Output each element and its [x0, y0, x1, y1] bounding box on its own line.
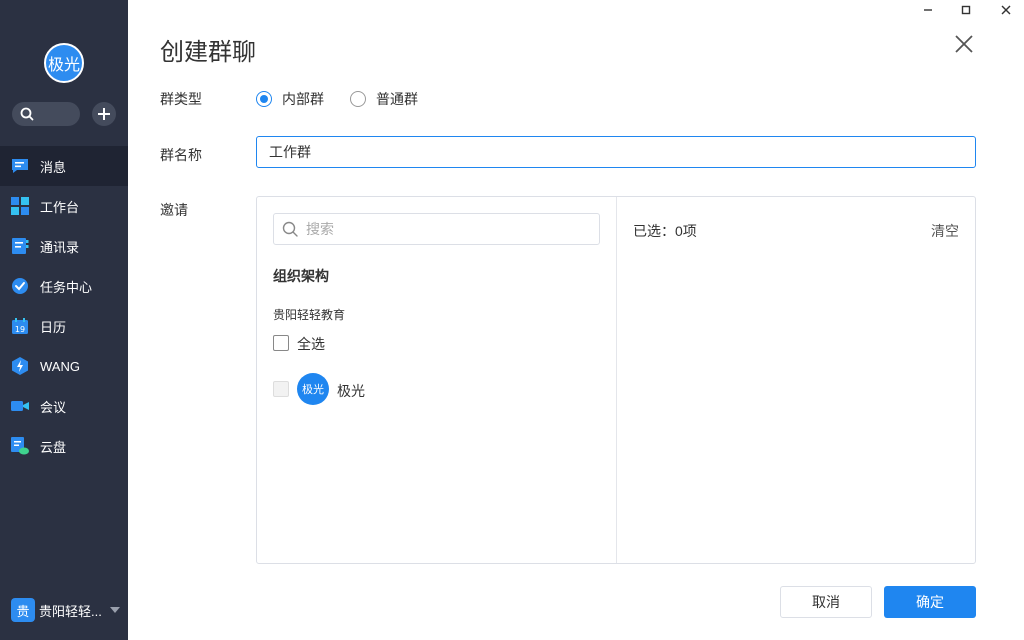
cloud-drive-icon: [11, 437, 29, 455]
member-name[interactable]: 极光: [337, 381, 365, 401]
member-search-field[interactable]: [273, 213, 600, 245]
confirm-button[interactable]: 确定: [884, 586, 976, 618]
sidebar-item-label: 任务中心: [40, 279, 93, 295]
meeting-icon: [11, 397, 29, 415]
dialog-close-button[interactable]: [952, 32, 976, 56]
sidebar: 极光 消息 工作台 通讯录 任务中心 19 日历 WANG 会议 云盘 贵 贵阳…: [0, 0, 128, 640]
group-name-label: 群名称: [160, 147, 202, 163]
sidebar-item-wang[interactable]: WANG: [0, 346, 128, 386]
workbench-icon: [11, 197, 29, 215]
search-icon: [20, 107, 34, 121]
select-all-checkbox[interactable]: [273, 335, 289, 351]
close-icon: [1001, 5, 1011, 15]
user-avatar[interactable]: 极光: [44, 43, 84, 83]
window-close-button[interactable]: [990, 0, 1022, 20]
invite-divider: [616, 197, 617, 563]
maximize-button[interactable]: [950, 0, 982, 20]
sidebar-search-button[interactable]: [12, 102, 80, 126]
select-all-label[interactable]: 全选: [297, 334, 325, 354]
member-checkbox[interactable]: [273, 381, 289, 397]
sidebar-item-meeting[interactable]: 会议: [0, 386, 128, 426]
caret-down-icon: [109, 607, 120, 613]
sidebar-item-label: 工作台: [40, 199, 80, 215]
search-icon: [282, 221, 298, 237]
group-name-input[interactable]: [256, 136, 976, 168]
group-type-label: 群类型: [160, 91, 202, 107]
sidebar-item-label: WANG: [40, 358, 80, 374]
message-icon: [11, 157, 29, 175]
sidebar-item-calendar[interactable]: 19 日历: [0, 306, 128, 346]
radio-checked-icon: [256, 91, 272, 107]
dialog-title: 创建群聊: [160, 39, 256, 66]
org-section-title: 组织架构: [273, 268, 329, 284]
org-badge: 贵: [11, 598, 35, 622]
maximize-icon: [961, 5, 971, 15]
sidebar-item-workbench[interactable]: 工作台: [0, 186, 128, 226]
sidebar-item-messages[interactable]: 消息: [0, 146, 128, 186]
plus-icon: [98, 108, 110, 120]
sidebar-item-label: 会议: [40, 399, 67, 415]
sidebar-nav: 消息 工作台 通讯录 任务中心 19 日历 WANG 会议 云盘: [0, 146, 128, 466]
selected-count: 已选：0项: [633, 223, 697, 239]
sidebar-item-label: 消息: [40, 159, 67, 175]
clear-selection-link[interactable]: 清空: [931, 221, 959, 241]
sidebar-item-label: 通讯录: [40, 239, 80, 255]
add-button[interactable]: [92, 102, 116, 126]
radio-label: 内部群: [282, 91, 324, 107]
wang-icon: [11, 357, 29, 375]
task-icon: [11, 277, 29, 295]
contacts-icon: [11, 237, 29, 255]
org-name[interactable]: 贵阳轻轻教育: [273, 306, 345, 323]
sidebar-item-label: 云盘: [40, 439, 67, 455]
radio-label: 普通群: [376, 91, 418, 107]
minimize-button[interactable]: [912, 0, 944, 20]
org-switcher[interactable]: 贵 贵阳轻轻...: [11, 598, 121, 622]
minimize-icon: [924, 9, 932, 11]
sidebar-item-cloud-drive[interactable]: 云盘: [0, 426, 128, 466]
sidebar-item-tasks[interactable]: 任务中心: [0, 266, 128, 306]
calendar-icon: 19: [11, 317, 29, 335]
invite-label: 邀请: [160, 202, 188, 218]
member-search-input[interactable]: [306, 221, 566, 237]
org-label: 贵阳轻轻...: [39, 603, 102, 619]
member-avatar: 极光: [297, 373, 329, 405]
svg-text:19: 19: [15, 325, 25, 334]
sidebar-item-contacts[interactable]: 通讯录: [0, 226, 128, 266]
radio-normal-group[interactable]: 普通群: [350, 89, 418, 109]
radio-internal-group[interactable]: 内部群: [256, 89, 324, 109]
close-icon: [955, 35, 973, 53]
sidebar-item-label: 日历: [40, 319, 67, 335]
cancel-button[interactable]: 取消: [780, 586, 872, 618]
radio-unchecked-icon: [350, 91, 366, 107]
